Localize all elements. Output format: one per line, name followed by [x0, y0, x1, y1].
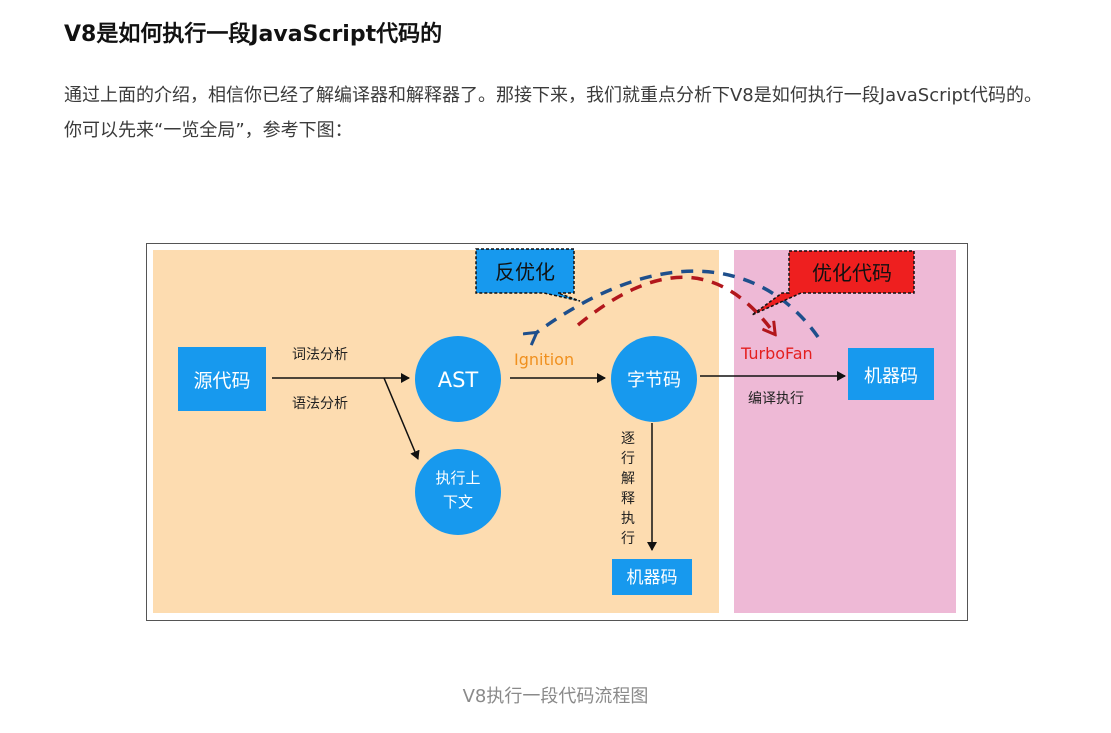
- machine-code-right-label: 机器码: [864, 366, 918, 387]
- ignition-label: Ignition: [514, 350, 574, 369]
- execution-context-node: [415, 449, 501, 535]
- optimize-callout-label: 优化代码: [812, 261, 892, 285]
- machine-code-bottom-label: 机器码: [627, 568, 678, 588]
- intro-paragraph: 通过上面的介绍，相信你已经了解编译器和解释器了。那接下来，我们就重点分析下V8是…: [64, 85, 1042, 141]
- source-code-label: 源代码: [193, 370, 250, 392]
- turbofan-label: TurboFan: [740, 344, 813, 363]
- v8-flow-diagram: 源代码 AST 字节码 机器码 机器码 执行上下文 词法分析 语法分析 Igni…: [146, 243, 968, 621]
- deopt-callout-label: 反优化: [495, 260, 555, 284]
- compile-exec-label: 编译执行: [748, 391, 804, 407]
- syntax-analysis-label: 语法分析: [292, 396, 348, 412]
- ast-label: AST: [438, 368, 479, 392]
- lexical-analysis-label: 词法分析: [292, 347, 348, 363]
- figure-caption: V8执行一段代码流程图: [462, 686, 649, 707]
- diagram-svg: 源代码 AST 字节码 机器码 机器码 执行上下文 词法分析 语法分析 Igni…: [146, 243, 968, 621]
- bytecode-label: 字节码: [627, 370, 681, 391]
- article-title: V8是如何执行一段JavaScript代码的: [64, 22, 443, 47]
